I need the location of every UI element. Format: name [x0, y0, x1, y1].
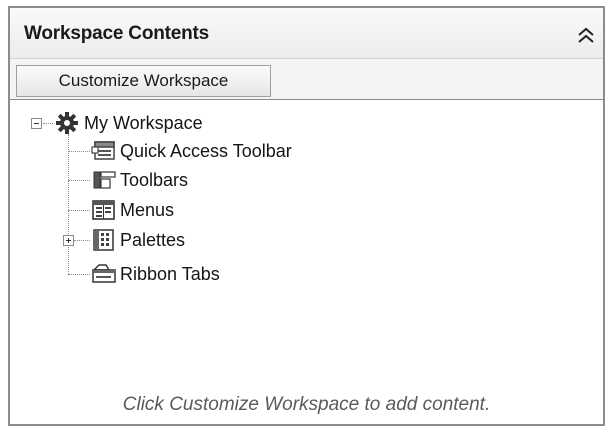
palettes-icon — [91, 228, 115, 252]
empty-hint-text: Click Customize Workspace to add content… — [122, 394, 491, 415]
menus-icon — [91, 198, 115, 222]
tree-item-toolbars[interactable]: Toolbars — [120, 167, 188, 193]
tree-item-label: Ribbon Tabs — [120, 263, 220, 284]
expand-palettes-icon[interactable] — [63, 235, 74, 246]
tree-item-label: Quick Access Toolbar — [120, 140, 292, 161]
collapse-chevron-icon[interactable] — [575, 24, 597, 48]
toolbars-icon — [91, 168, 116, 192]
tree-connector — [74, 240, 90, 241]
panel-header: Workspace Contents — [10, 8, 603, 59]
tree-item-menus[interactable]: Menus — [120, 197, 174, 223]
tree-item-label: Menus — [120, 199, 175, 220]
tree-item-my-workspace[interactable]: My Workspace — [84, 110, 203, 136]
tree-connector — [43, 123, 53, 124]
ribbon-tabs-icon — [91, 261, 116, 285]
tree-item-label: Palettes — [120, 229, 186, 250]
quick-access-toolbar-icon — [91, 139, 115, 163]
collapse-my-workspace-icon[interactable] — [31, 118, 42, 129]
tree-item-ribbon-tabs[interactable]: Ribbon Tabs — [120, 261, 220, 287]
tree-connector — [68, 151, 90, 152]
tree-item-quick-access-toolbar[interactable]: Quick Access Toolbar — [120, 138, 292, 164]
tree-item-palettes[interactable]: Palettes — [120, 227, 185, 253]
gear-icon — [55, 111, 79, 135]
tree-connector — [68, 274, 90, 275]
tree-connector — [68, 134, 69, 274]
tree-item-label: My Workspace — [84, 112, 203, 133]
tree-connector — [68, 180, 90, 181]
tree-connector — [68, 210, 90, 211]
customize-workspace-button[interactable]: Customize Workspace — [16, 65, 271, 97]
panel-title: Workspace Contents — [24, 23, 210, 44]
workspace-contents-panel: Workspace Contents Customize Workspace M… — [8, 6, 605, 426]
tree-item-label: Toolbars — [120, 169, 189, 190]
panel-toolbar: Customize Workspace — [10, 59, 603, 99]
workspace-tree: My Workspace Quick Access Toolbar Toolba… — [10, 99, 603, 424]
